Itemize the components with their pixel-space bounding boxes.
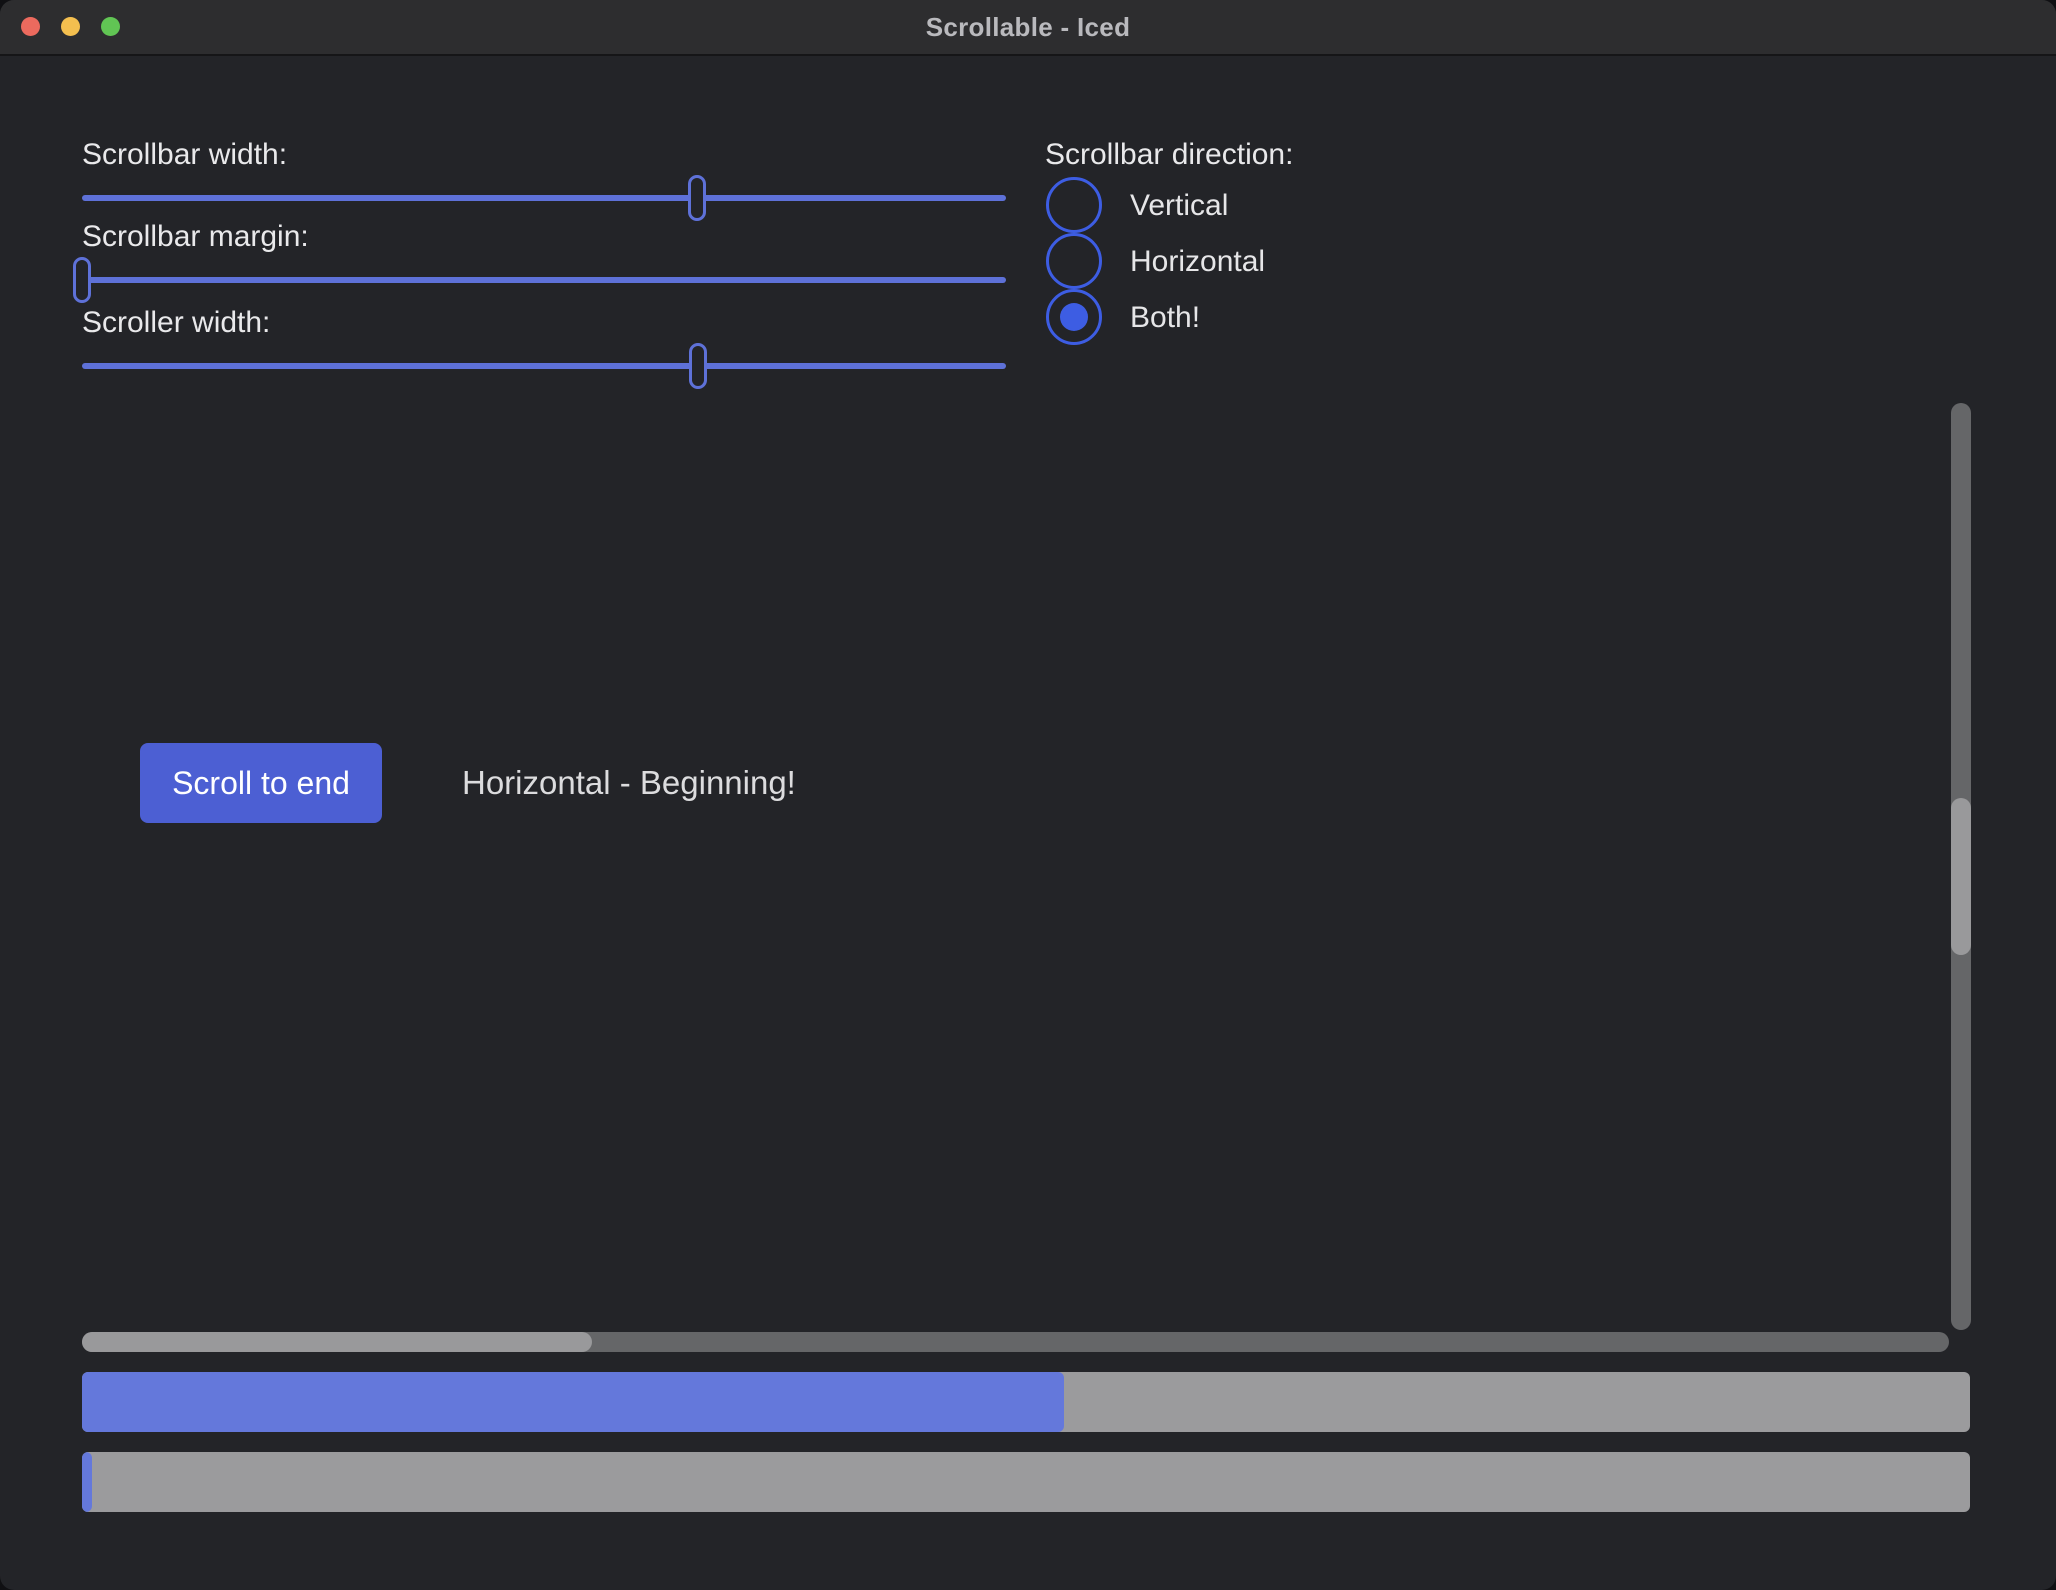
- vertical-scroll-progress-bar: [82, 1372, 1970, 1432]
- slider-rail[interactable]: [82, 195, 1006, 201]
- vertical-scrollbar-track[interactable]: [1951, 403, 1971, 1330]
- radio-dot: [1060, 303, 1088, 331]
- scrollbar-margin-label: Scrollbar margin:: [82, 220, 309, 254]
- scrollbar-width-label: Scrollbar width:: [82, 138, 287, 172]
- progress-fill: [82, 1452, 92, 1512]
- titlebar: Scrollable - Iced: [0, 0, 2056, 56]
- radio-vertical-label[interactable]: Vertical: [1130, 189, 1228, 223]
- radio-vertical[interactable]: [1046, 177, 1102, 233]
- scroll-to-end-button[interactable]: Scroll to end: [140, 743, 382, 823]
- progress-fill: [82, 1372, 1064, 1432]
- window-title: Scrollable - Iced: [926, 12, 1131, 43]
- traffic-lights: [21, 17, 120, 36]
- horizontal-scroll-progress-bar: [82, 1452, 1970, 1512]
- horizontal-scrollbar-track[interactable]: [82, 1332, 1949, 1352]
- scrollbar-direction-label: Scrollbar direction:: [1045, 138, 1293, 172]
- radio-both-label[interactable]: Both!: [1130, 301, 1200, 335]
- scroll-status-text: Horizontal - Beginning!: [462, 764, 796, 802]
- zoom-button[interactable]: [101, 17, 120, 36]
- slider-handle[interactable]: [689, 343, 707, 389]
- radio-horizontal-label[interactable]: Horizontal: [1130, 245, 1265, 279]
- slider-handle[interactable]: [73, 257, 91, 303]
- app-window: Scrollable - Iced Scrollbar width: Scrol…: [0, 0, 2056, 1590]
- scroller-width-slider[interactable]: [82, 343, 1006, 389]
- radio-horizontal[interactable]: [1046, 233, 1102, 289]
- slider-rail[interactable]: [82, 363, 1006, 369]
- close-button[interactable]: [21, 17, 40, 36]
- scrollbar-margin-slider[interactable]: [82, 257, 1006, 303]
- minimize-button[interactable]: [61, 17, 80, 36]
- slider-handle[interactable]: [688, 175, 706, 221]
- scroller-width-label: Scroller width:: [82, 306, 270, 340]
- slider-rail[interactable]: [82, 277, 1006, 283]
- horizontal-scrollbar-thumb[interactable]: [82, 1332, 592, 1352]
- vertical-scrollbar-thumb[interactable]: [1951, 798, 1971, 955]
- radio-both[interactable]: [1046, 289, 1102, 345]
- scrollbar-width-slider[interactable]: [82, 175, 1006, 221]
